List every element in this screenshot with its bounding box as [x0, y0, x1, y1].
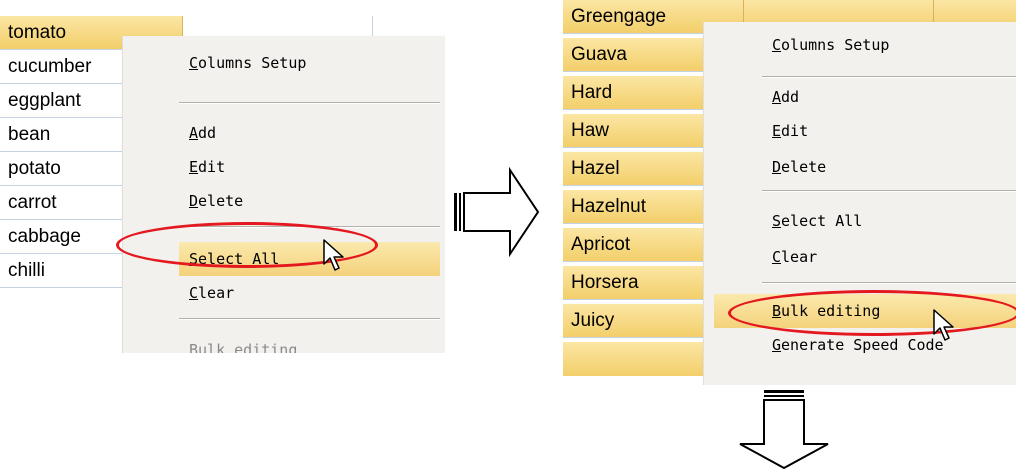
grid-cell-selected[interactable]: Horsera: [563, 266, 713, 299]
table-row[interactable]: bean: [0, 118, 125, 152]
highlight-ellipse: [728, 290, 1016, 336]
grid-cell-selected[interactable]: [563, 342, 713, 376]
mouse-pointer-icon: [933, 309, 954, 341]
grid-cell-selected[interactable]: Hard: [563, 76, 713, 109]
menu-separator: [762, 190, 1016, 192]
table-row[interactable]: cucumber: [0, 50, 125, 84]
menu-item-bulk-editing: Bulk editing: [189, 341, 298, 353]
table-row[interactable]: carrot: [0, 186, 125, 220]
context-menu: Columns Setup Add Edit Delete Select All…: [122, 36, 445, 353]
grid-cell[interactable]: potato: [0, 152, 125, 185]
table-row[interactable]: [0, 288, 125, 322]
grid-cell[interactable]: [0, 288, 125, 322]
grid-cell[interactable]: chilli: [0, 254, 125, 287]
menu-item-delete[interactable]: Delete: [704, 150, 1016, 184]
menu-item-clear[interactable]: Clear: [704, 240, 1016, 274]
grid-cell-selected[interactable]: Hazelnut: [563, 190, 713, 223]
menu-item-select-all[interactable]: Select All: [704, 204, 1016, 238]
mouse-pointer-icon: [323, 239, 344, 271]
right-arrow-icon: [454, 166, 540, 258]
menu-item-clear[interactable]: Clear: [123, 276, 445, 310]
menu-item-columns-setup[interactable]: Columns Setup: [704, 28, 1016, 62]
table-row[interactable]: Horsera: [563, 266, 713, 300]
menu-item-columns-setup[interactable]: Columns Setup: [123, 46, 445, 80]
down-arrow-icon: [739, 390, 829, 469]
table-row[interactable]: eggplant: [0, 84, 125, 118]
table-row[interactable]: potato: [0, 152, 125, 186]
menu-separator: [762, 282, 1016, 284]
table-row[interactable]: cabbage: [0, 220, 125, 254]
menu-item-add[interactable]: Add: [704, 80, 1016, 114]
table-row[interactable]: Apricot: [563, 228, 713, 262]
grid-cell[interactable]: eggplant: [0, 84, 125, 117]
grid-cell-selected[interactable]: Juicy: [563, 304, 713, 337]
menu-separator: [762, 76, 1016, 78]
table-row[interactable]: Juicy: [563, 304, 713, 338]
table-row[interactable]: Haw: [563, 114, 713, 148]
table-row[interactable]: Hazel: [563, 152, 713, 186]
table-row[interactable]: [563, 342, 713, 376]
table-row[interactable]: Guava: [563, 38, 713, 72]
grid-cell-selected[interactable]: Apricot: [563, 228, 713, 261]
menu-item-edit[interactable]: Edit: [123, 150, 445, 184]
grid-cell-selected[interactable]: Guava: [563, 38, 713, 71]
table-row[interactable]: Hazelnut: [563, 190, 713, 224]
menu-separator: [179, 102, 440, 104]
grid-cell[interactable]: carrot: [0, 186, 125, 219]
table-row[interactable]: chilli: [0, 254, 125, 288]
grid-cell-selected[interactable]: Hazel: [563, 152, 713, 185]
grid-cell[interactable]: bean: [0, 118, 125, 151]
menu-item-edit[interactable]: Edit: [704, 114, 1016, 148]
grid-cell[interactable]: cucumber: [0, 50, 125, 83]
menu-item-delete[interactable]: Delete: [123, 184, 445, 218]
table-row[interactable]: Hard: [563, 76, 713, 110]
menu-separator: [179, 318, 440, 320]
grid-cell-selected[interactable]: Haw: [563, 114, 713, 147]
grid-cell[interactable]: cabbage: [0, 220, 125, 253]
left-grid-panel: tomato cucumber eggplant bean potato car…: [0, 16, 445, 353]
menu-item-add[interactable]: Add: [123, 116, 445, 150]
